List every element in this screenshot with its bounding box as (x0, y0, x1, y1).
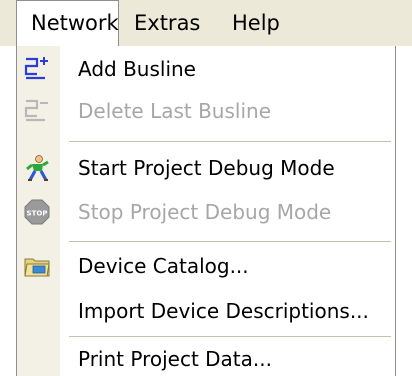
svg-text:STOP: STOP (27, 210, 48, 218)
network-dropdown-menu: Add Busline Delete Last Busline Start Pr… (16, 46, 396, 376)
menu-item-device-catalog[interactable]: Device Catalog... (17, 245, 395, 287)
add-busline-icon (23, 55, 51, 83)
menu-item-label: Print Project Data... (78, 347, 272, 371)
menu-item-label: Import Device Descriptions... (78, 299, 369, 323)
running-man-icon (23, 154, 51, 182)
menu-extras[interactable]: Extras (120, 0, 218, 46)
menu-item-add-busline[interactable]: Add Busline (17, 48, 395, 90)
menu-item-label: Device Catalog... (78, 254, 249, 278)
menu-item-delete-last-busline[interactable]: Delete Last Busline (17, 90, 395, 132)
menu-item-import-device-descriptions[interactable]: Import Device Descriptions... (17, 290, 395, 332)
menu-separator (69, 241, 391, 242)
menu-item-stop-project-debug-mode[interactable]: STOP Stop Project Debug Mode (17, 191, 395, 233)
menu-item-print-project-data[interactable]: Print Project Data... (17, 338, 395, 376)
menu-network[interactable]: Network (16, 0, 119, 46)
menu-help[interactable]: Help (218, 0, 286, 46)
menu-item-label: Add Busline (78, 57, 196, 81)
menu-separator (69, 336, 391, 337)
menu-bar: Network Extras Help (0, 0, 412, 46)
stop-sign-icon: STOP (23, 198, 51, 226)
menu-item-label: Stop Project Debug Mode (78, 200, 332, 224)
menu-item-label: Start Project Debug Mode (78, 156, 335, 180)
delete-busline-icon (23, 97, 51, 125)
menu-item-label: Delete Last Busline (78, 99, 271, 123)
menu-item-start-project-debug-mode[interactable]: Start Project Debug Mode (17, 147, 395, 189)
application-window: Network Extras Help Add Busline Delete L… (0, 0, 412, 376)
menu-separator (69, 141, 391, 142)
folder-catalog-icon (23, 252, 51, 280)
